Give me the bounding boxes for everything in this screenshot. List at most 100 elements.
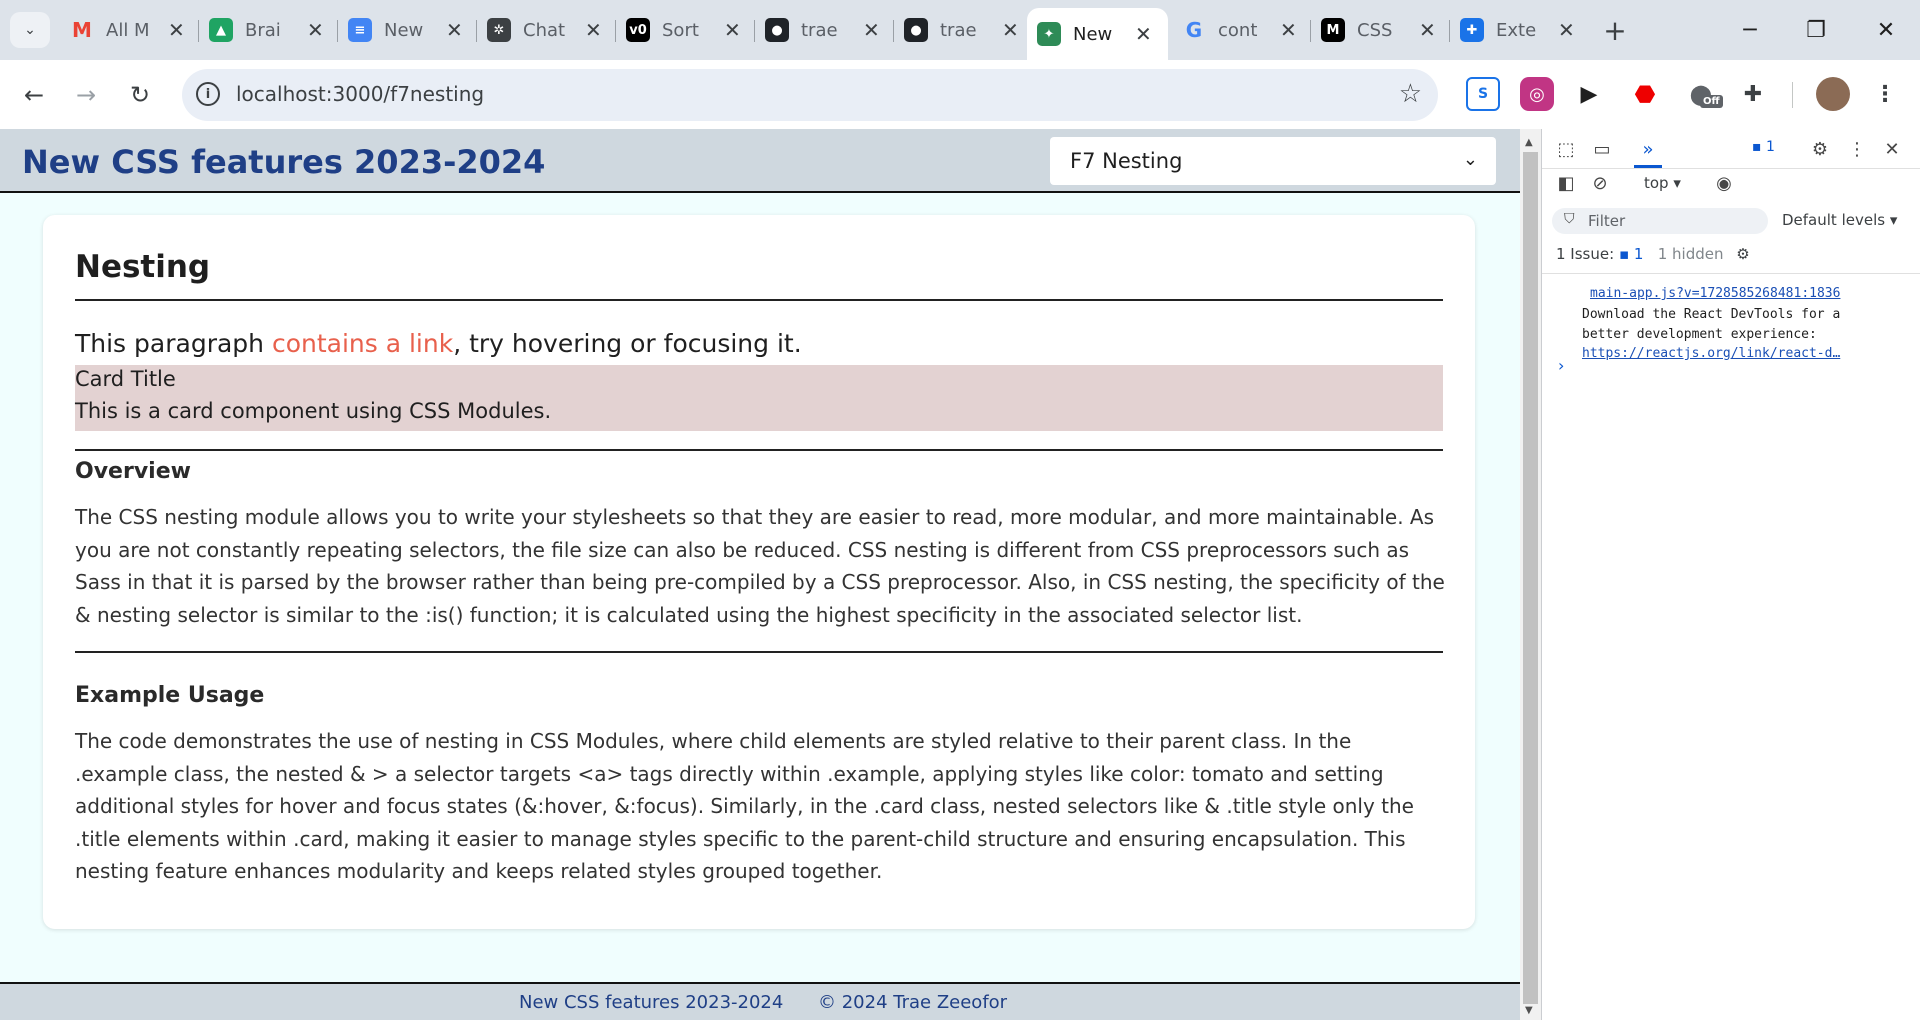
- issues-badge[interactable]: ▪ 1: [1752, 139, 1775, 155]
- tab-title: trae: [940, 19, 977, 41]
- page-heading: Nesting: [75, 249, 211, 285]
- browser-tab[interactable]: ✚ Exte ✕: [1450, 10, 1585, 50]
- live-expression-eye-icon[interactable]: ◉: [1710, 169, 1738, 197]
- cookie-extension-icon[interactable]: ⬤ Off: [1684, 77, 1723, 111]
- close-devtools-icon[interactable]: ✕: [1878, 135, 1906, 163]
- issues-label: 1 Issue:: [1556, 245, 1615, 263]
- close-tab-icon[interactable]: ✕: [585, 18, 602, 42]
- scrollbar-thumb[interactable]: [1523, 152, 1538, 1004]
- browser-toolbar: ← → ↻ i localhost:3000/f7nesting ☆ S ◎ ▶…: [0, 60, 1920, 129]
- tab-strip: ⌄ M All M ✕ ▲ Brai ✕ ≡ New ✕ ✲ Chat ✕ v0 Sort ✕ ● trae ✕ ●…: [0, 0, 1920, 60]
- browser-tab[interactable]: M CSS ✕: [1311, 10, 1446, 50]
- profile-avatar[interactable]: [1816, 77, 1850, 111]
- settings-gear-icon[interactable]: ⚙: [1806, 135, 1834, 163]
- restore-button[interactable]: ❐: [1786, 8, 1846, 52]
- log-levels-dropdown[interactable]: Default levels ▾: [1782, 211, 1897, 229]
- site-footer: New CSS features 2023-2024 © 2024 Trae Z…: [0, 982, 1520, 1020]
- console-output: main-app.js?v=1728585268481:1836 Downloa…: [1542, 273, 1920, 375]
- content-card: Nesting This paragraph contains a link, …: [43, 215, 1475, 929]
- tab-title: cont: [1218, 19, 1258, 41]
- url-text[interactable]: localhost:3000/f7nesting: [236, 82, 484, 106]
- minimize-button[interactable]: ─: [1720, 8, 1780, 52]
- arrow-right-icon: →: [75, 81, 97, 109]
- mdn-icon: M: [1321, 18, 1345, 42]
- intro-link[interactable]: contains a link: [272, 329, 453, 358]
- close-tab-icon[interactable]: ✕: [863, 18, 880, 42]
- opera-extension-icon[interactable]: ⬣: [1628, 77, 1662, 111]
- console-filter-input[interactable]: ⛉ Filter: [1552, 208, 1768, 234]
- close-tab-icon[interactable]: ✕: [1558, 18, 1575, 42]
- feature-select-value: F7 Nesting: [1070, 149, 1183, 173]
- chevron-down-icon: ⌄: [24, 22, 36, 38]
- page-scrollbar[interactable]: ▲ ▼: [1520, 129, 1541, 1020]
- feature-select[interactable]: F7 Nesting ⌄: [1050, 137, 1496, 185]
- log-message-link[interactable]: https://reactjs.org/link/react-d…: [1582, 346, 1840, 361]
- site-info-icon[interactable]: i: [196, 82, 220, 106]
- inspect-element-icon[interactable]: ⬚: [1552, 135, 1580, 163]
- menu-kebab-icon[interactable]: ⋮: [1868, 77, 1902, 111]
- tab-search-button[interactable]: ⌄: [10, 12, 50, 48]
- extensions-puzzle-icon[interactable]: ✚: [1736, 77, 1770, 111]
- browser-tab[interactable]: v0 Sort ✕: [616, 10, 751, 50]
- reload-button[interactable]: ↻: [120, 75, 160, 115]
- close-tab-icon[interactable]: ✕: [724, 18, 741, 42]
- browser-tab[interactable]: ▲ Brai ✕: [199, 10, 334, 50]
- more-tabs-icon[interactable]: »: [1634, 135, 1662, 163]
- message-icon: ▪: [1752, 139, 1762, 155]
- close-tab-icon[interactable]: ✕: [1280, 18, 1297, 42]
- v0-icon: v0: [626, 18, 650, 42]
- close-tab-icon[interactable]: ✕: [446, 18, 463, 42]
- demo-card-text: This is a card component using CSS Modul…: [75, 399, 552, 423]
- browser-tab[interactable]: ● trae ✕: [894, 10, 1029, 50]
- scroll-up-icon[interactable]: ▲: [1525, 137, 1533, 148]
- minimize-icon: ─: [1743, 17, 1757, 43]
- close-window-button[interactable]: ✕: [1856, 8, 1916, 52]
- browser-tab[interactable]: Gcont ✕: [1172, 10, 1307, 50]
- more-options-icon[interactable]: ⋮: [1843, 135, 1871, 163]
- arrow-left-icon: ←: [23, 81, 45, 109]
- divider: [75, 651, 1443, 653]
- close-tab-icon[interactable]: ✕: [1135, 22, 1152, 46]
- devtools-tabbar: ⬚ ▭ » ▪ 1 ⚙ ⋮ ✕: [1542, 129, 1920, 169]
- browser-tab[interactable]: ● trae ✕: [755, 10, 890, 50]
- back-button[interactable]: ←: [14, 75, 54, 115]
- browser-tab[interactable]: ✦ New ✕: [1027, 8, 1168, 60]
- scroll-down-icon[interactable]: ▼: [1525, 1005, 1533, 1016]
- instagram-extension-icon[interactable]: ◎: [1520, 77, 1554, 111]
- footer-title[interactable]: New CSS features 2023-2024: [519, 992, 783, 1013]
- close-tab-icon[interactable]: ✕: [307, 18, 324, 42]
- demo-card-title: Card Title: [75, 367, 176, 391]
- site-icon: ✦: [1037, 22, 1061, 46]
- play-extension-icon[interactable]: ▶: [1572, 77, 1606, 111]
- clear-console-icon[interactable]: ⊘: [1586, 169, 1614, 197]
- tab-title: CSS: [1357, 19, 1393, 41]
- off-badge: Off: [1700, 95, 1723, 108]
- issues-row: 1 Issue: ▪ 1 1 hidden ⚙: [1556, 245, 1750, 263]
- overview-heading: Overview: [75, 459, 191, 484]
- extension-tab-icon[interactable]: S: [1466, 77, 1500, 111]
- browser-tab[interactable]: ✲ Chat ✕: [477, 10, 612, 50]
- close-tab-icon[interactable]: ✕: [1002, 18, 1019, 42]
- context-selector[interactable]: top ▾: [1644, 174, 1681, 192]
- issues-settings-gear-icon[interactable]: ⚙: [1736, 245, 1749, 263]
- site-header: New CSS features 2023-2024 F7 Nesting ⌄: [0, 129, 1520, 193]
- console-prompt-icon[interactable]: ›: [1558, 356, 1564, 375]
- browser-tab[interactable]: ≡ New ✕: [338, 10, 473, 50]
- device-toolbar-icon[interactable]: ▭: [1588, 135, 1616, 163]
- issues-link[interactable]: ▪ 1: [1619, 245, 1643, 263]
- address-bar[interactable]: i localhost:3000/f7nesting ☆: [182, 69, 1438, 121]
- tab-title: Exte: [1496, 19, 1537, 41]
- console-toolbar: ◧ ⊘ top ▾ ◉: [1542, 169, 1920, 199]
- site-title[interactable]: New CSS features 2023-2024: [22, 143, 545, 181]
- tab-title: New: [384, 19, 424, 41]
- new-tab-button[interactable]: +: [1597, 12, 1633, 48]
- sidebar-toggle-icon[interactable]: ◧: [1552, 169, 1580, 197]
- log-source-link[interactable]: main-app.js?v=1728585268481:1836: [1590, 286, 1840, 301]
- tab-title: Brai: [245, 19, 281, 41]
- bookmark-star-icon[interactable]: ☆: [1399, 79, 1422, 109]
- close-tab-icon[interactable]: ✕: [1419, 18, 1436, 42]
- forward-button[interactable]: →: [66, 75, 106, 115]
- divider: [75, 449, 1443, 451]
- browser-tab[interactable]: M All M ✕: [60, 10, 195, 50]
- close-tab-icon[interactable]: ✕: [168, 18, 185, 42]
